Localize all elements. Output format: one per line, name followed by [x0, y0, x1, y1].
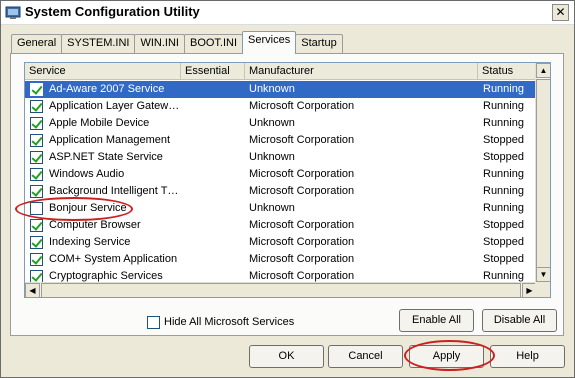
service-checkbox[interactable]	[30, 185, 43, 198]
service-manufacturer: Unknown	[249, 117, 295, 129]
app-icon	[5, 6, 21, 19]
service-status: Running	[483, 83, 524, 95]
list-header: Service Essential Manufacturer Status	[25, 63, 537, 80]
scroll-left-button[interactable]: ◀	[25, 283, 40, 297]
tab-system-ini[interactable]: SYSTEM.INI	[61, 34, 136, 53]
apply-button[interactable]: Apply	[409, 345, 484, 368]
service-status: Running	[483, 117, 524, 129]
service-name: Indexing Service	[49, 236, 131, 248]
scroll-up-button[interactable]: ▲	[536, 63, 550, 78]
tab-boot-ini[interactable]: BOOT.INI	[183, 34, 244, 53]
service-manufacturer: Microsoft Corporation	[249, 270, 355, 282]
service-manufacturer: Microsoft Corporation	[249, 100, 355, 112]
service-checkbox[interactable]	[30, 168, 43, 181]
column-header-service[interactable]: Service	[25, 63, 181, 80]
title-bar: System Configuration Utility ✕	[1, 1, 574, 25]
service-row[interactable]: COM+ System Application Microsoft Corpora…	[25, 251, 537, 268]
service-row[interactable]: Ad-Aware 2007 Service Unknown Running	[25, 81, 537, 98]
service-manufacturer: Microsoft Corporation	[249, 236, 355, 248]
service-name: Cryptographic Services	[49, 270, 163, 282]
service-row[interactable]: Windows Audio Microsoft Corporation Runnin…	[25, 166, 537, 183]
column-header-essential[interactable]: Essential	[181, 63, 245, 80]
enable-all-button[interactable]: Enable All	[399, 309, 474, 332]
vertical-scroll-thumb[interactable]	[536, 79, 550, 269]
service-status: Running	[483, 100, 524, 112]
system-configuration-window: System Configuration Utility ✕ General S…	[0, 0, 575, 378]
scroll-down-button[interactable]: ▼	[536, 267, 550, 282]
service-checkbox[interactable]	[30, 117, 43, 130]
service-name: Bonjour Service	[49, 202, 127, 214]
service-status: Running	[483, 270, 524, 282]
service-checkbox[interactable]	[30, 253, 43, 266]
service-name: Application Management	[49, 134, 171, 146]
service-manufacturer: Unknown	[249, 202, 295, 214]
service-row[interactable]: Indexing Service Microsoft Corporation Sto…	[25, 234, 537, 251]
hide-microsoft-services-checkbox[interactable]	[147, 316, 160, 329]
service-manufacturer: Microsoft Corporation	[249, 253, 355, 265]
service-name: Application Layer Gatew…	[49, 100, 180, 112]
service-row[interactable]: Apple Mobile Device Unknown Running	[25, 115, 537, 132]
service-row[interactable]: Bonjour Service Unknown Running	[25, 200, 537, 217]
tab-general[interactable]: General	[11, 34, 63, 53]
service-name: Computer Browser	[49, 219, 141, 231]
scroll-corner	[535, 282, 550, 297]
service-manufacturer: Unknown	[249, 151, 295, 163]
service-manufacturer: Unknown	[249, 83, 295, 95]
services-panel: Service Essential Manufacturer Status Ad…	[10, 53, 564, 336]
service-row[interactable]: Background Intelligent T… Microsoft Corpo…	[25, 183, 537, 200]
service-manufacturer: Microsoft Corporation	[249, 219, 355, 231]
tab-startup[interactable]: Startup	[295, 34, 343, 53]
hide-microsoft-services-label[interactable]: Hide All Microsoft Services	[164, 316, 294, 328]
service-status: Stopped	[483, 134, 524, 146]
service-row[interactable]: Application Management Microsoft Corporat…	[25, 132, 537, 149]
service-row[interactable]: ASP.NET State Service Unknown Stopped	[25, 149, 537, 166]
service-manufacturer: Microsoft Corporation	[249, 185, 355, 197]
service-row[interactable]: Computer Browser Microsoft Corporation Sto…	[25, 217, 537, 234]
service-status: Running	[483, 185, 524, 197]
column-header-status[interactable]: Status	[478, 63, 537, 80]
service-status: Stopped	[483, 236, 524, 248]
tab-win-ini[interactable]: WIN.INI	[134, 34, 185, 53]
column-header-manufacturer[interactable]: Manufacturer	[245, 63, 478, 80]
window-title: System Configuration Utility	[25, 4, 200, 19]
service-status: Running	[483, 202, 524, 214]
service-manufacturer: Microsoft Corporation	[249, 168, 355, 180]
service-name: Ad-Aware 2007 Service	[49, 83, 165, 95]
service-name: ASP.NET State Service	[49, 151, 163, 163]
service-row[interactable]: Application Layer Gatew… Microsoft Corpor…	[25, 98, 537, 115]
service-checkbox[interactable]	[30, 151, 43, 164]
service-name: Background Intelligent T…	[49, 185, 179, 197]
ok-button[interactable]: OK	[249, 345, 324, 368]
disable-all-button[interactable]: Disable All	[482, 309, 557, 332]
help-button[interactable]: Help	[490, 345, 565, 368]
cancel-button[interactable]: Cancel	[328, 345, 403, 368]
horizontal-scrollbar[interactable]: ◀ ▶	[25, 282, 537, 297]
service-name: Windows Audio	[49, 168, 125, 180]
vertical-scrollbar[interactable]: ▲ ▼	[535, 63, 550, 282]
horizontal-scroll-thumb[interactable]	[41, 283, 521, 297]
services-list: Service Essential Manufacturer Status Ad…	[24, 62, 551, 298]
service-checkbox[interactable]	[30, 236, 43, 249]
service-name: COM+ System Application	[49, 253, 178, 265]
service-checkbox[interactable]	[30, 219, 43, 232]
tab-strip: General SYSTEM.INI WIN.INI BOOT.INI Serv…	[11, 31, 343, 54]
service-checkbox[interactable]	[30, 83, 43, 96]
close-button[interactable]: ✕	[552, 4, 569, 21]
service-name: Apple Mobile Device	[49, 117, 150, 129]
service-status: Running	[483, 168, 524, 180]
tab-services[interactable]: Services	[242, 31, 297, 54]
service-rows: Ad-Aware 2007 Service Unknown Running Appli…	[25, 81, 537, 285]
service-checkbox[interactable]	[30, 202, 43, 215]
service-status: Stopped	[483, 219, 524, 231]
service-checkbox[interactable]	[30, 100, 43, 113]
service-manufacturer: Microsoft Corporation	[249, 134, 355, 146]
service-status: Stopped	[483, 253, 524, 265]
service-status: Stopped	[483, 151, 524, 163]
service-checkbox[interactable]	[30, 134, 43, 147]
